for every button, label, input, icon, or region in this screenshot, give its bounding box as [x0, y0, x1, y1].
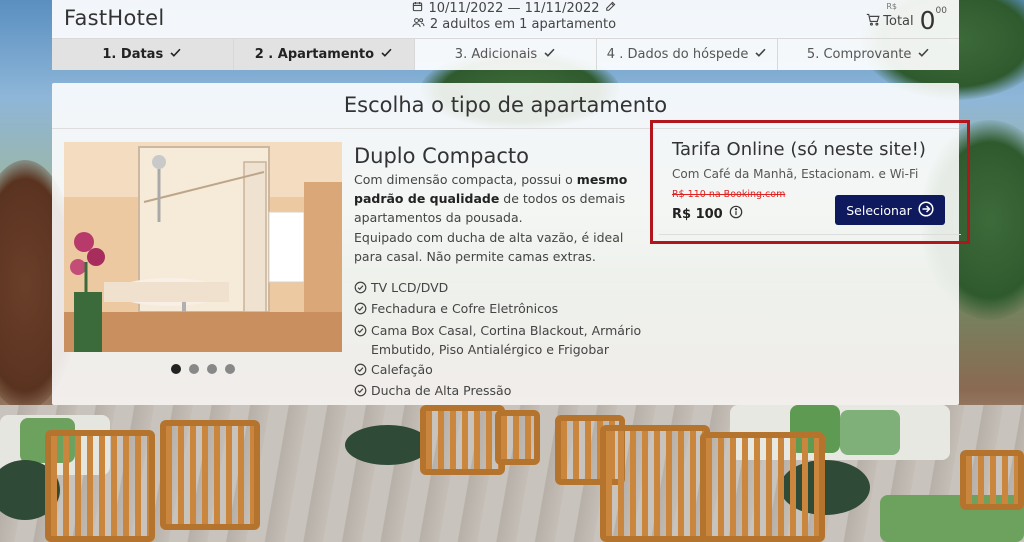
rate-subtitle: Com Café da Manhã, Estacionam. e Wi-Fi	[672, 167, 919, 181]
select-rate-button[interactable]: Selecionar	[835, 195, 945, 225]
booking-guests: 2 adultos em 1 apartamento	[429, 17, 617, 32]
step-dados-hospede[interactable]: 4 . Dados do hóspede	[597, 39, 779, 70]
booking-summary[interactable]: 10/11/2022 — 11/11/2022 2 adultos em 1 a…	[404, 1, 624, 33]
circle-check-icon	[354, 299, 367, 320]
room-photo[interactable]	[64, 142, 342, 352]
step-comprovante[interactable]: 5. Comprovante	[778, 39, 959, 70]
carousel-dot[interactable]	[225, 364, 235, 374]
carousel-dot[interactable]	[171, 364, 181, 374]
step-apartamento[interactable]: 2 . Apartamento	[233, 39, 416, 70]
cart-currency: R$	[886, 2, 897, 11]
competitor-price: R$ 110 na Booking.com	[672, 189, 786, 200]
list-item: Cama Box Casal, Cortina Blackout, Armári…	[354, 321, 654, 360]
room-selection-card: Escolha o tipo de apartamento Duplo Comp…	[52, 83, 970, 405]
carousel-dot[interactable]	[189, 364, 199, 374]
step-adicionais[interactable]: 3. Adicionais	[415, 39, 597, 70]
check-icon	[380, 46, 393, 63]
cart-amount: 0	[919, 6, 936, 35]
list-item: Calefação	[354, 360, 654, 381]
arrow-right-circle-icon	[918, 200, 934, 220]
pencil-icon[interactable]	[605, 1, 616, 17]
rate-option: Tarifa Online (só neste site!) Com Café …	[650, 120, 970, 244]
booking-steps: 1. Datas 2 . Apartamento 3. Adicionais 4…	[52, 38, 959, 70]
cart-cents: 00	[935, 6, 947, 16]
rate-price: R$ 100	[672, 205, 743, 223]
carousel-dots	[171, 364, 235, 374]
check-icon	[917, 46, 930, 63]
calendar-icon	[412, 1, 423, 17]
list-item: TV LCD/DVD	[354, 278, 654, 299]
cart-icon	[866, 13, 880, 30]
booking-dates: 10/11/2022 — 11/11/2022	[428, 1, 600, 16]
circle-check-icon	[354, 381, 367, 402]
step-datas[interactable]: 1. Datas	[52, 39, 234, 70]
check-icon	[754, 46, 767, 63]
amenities-list: TV LCD/DVD Fechadura e Cofre Eletrônicos…	[354, 278, 654, 402]
page-title: Escolha o tipo de apartamento	[343, 93, 668, 117]
rate-title: Tarifa Online (só neste site!)	[672, 139, 926, 160]
header-bar: FastHotel 10/11/2022 — 11/11/2022 2 adul…	[52, 0, 959, 38]
list-item: Ducha de Alta Pressão	[354, 381, 654, 402]
carousel-dot[interactable]	[207, 364, 217, 374]
check-icon	[543, 46, 556, 63]
circle-check-icon	[354, 321, 367, 342]
circle-check-icon	[354, 278, 367, 299]
cart-total[interactable]: R$ Total 0 00	[866, 0, 947, 38]
cart-label: Total	[883, 14, 914, 29]
room-name: Duplo Compacto	[354, 144, 529, 168]
circle-check-icon	[354, 360, 367, 381]
list-item: Fechadura e Cofre Eletrônicos	[354, 299, 654, 320]
brand-logo[interactable]: FastHotel	[64, 6, 165, 30]
check-icon	[169, 46, 182, 63]
users-icon	[412, 17, 425, 33]
room-description: Com dimensão compacta, possui o mesmo pa…	[354, 172, 628, 264]
info-icon[interactable]	[729, 205, 743, 223]
